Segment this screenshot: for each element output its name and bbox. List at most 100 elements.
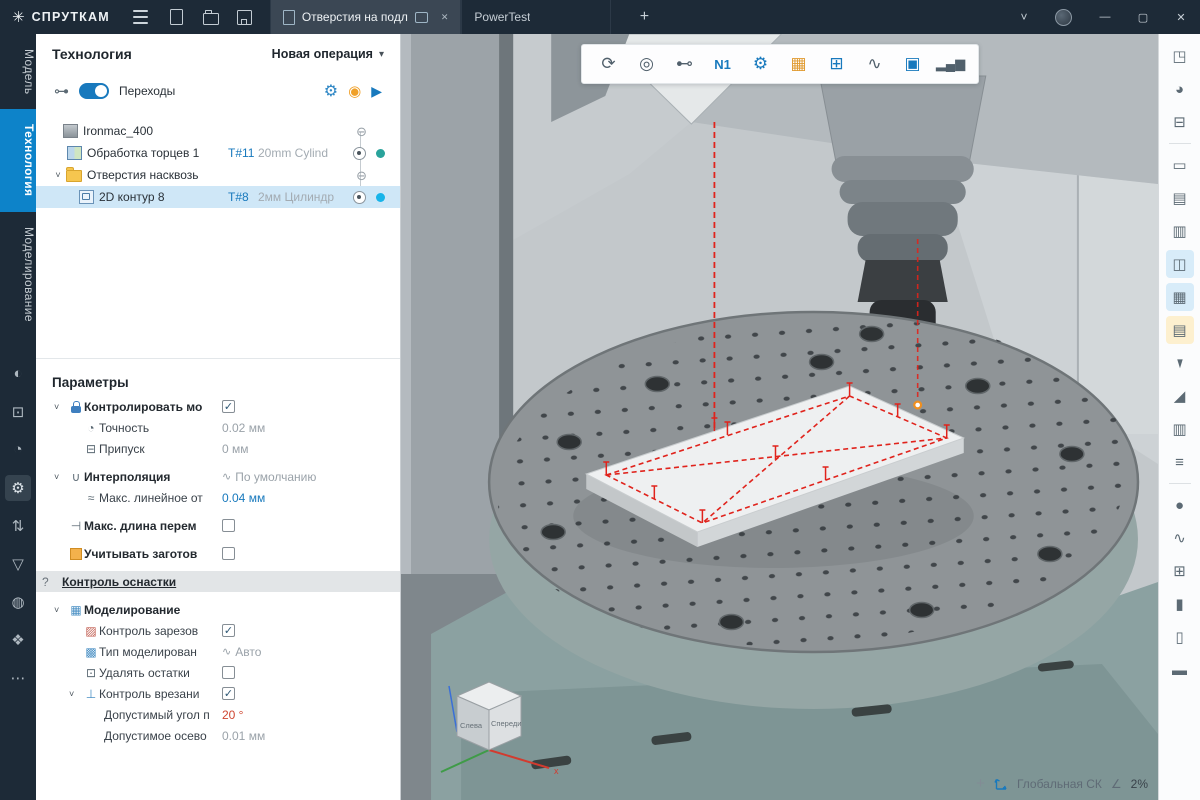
ring-icon[interactable]: ◍ bbox=[5, 589, 31, 615]
param-fixture-control[interactable]: ?Контроль оснастки bbox=[36, 571, 400, 592]
param-value[interactable]: 0.02 мм bbox=[222, 421, 265, 435]
expander-icon[interactable]: ˅ bbox=[54, 402, 68, 412]
param-checkbox[interactable] bbox=[222, 547, 235, 560]
param-interpolation[interactable]: ˅∪Интерполяция∿По умолчанию bbox=[36, 466, 400, 487]
param-checkbox[interactable]: ✓ bbox=[222, 624, 235, 637]
view-cube[interactable]: Слева Спереди x bbox=[427, 664, 577, 782]
param-value[interactable]: 0.04 мм bbox=[222, 491, 265, 505]
node-machine[interactable]: Ironmac_400⊖ bbox=[36, 120, 400, 142]
toolpath-graph-icon[interactable]: ∿ bbox=[860, 50, 890, 78]
shaded-view-icon[interactable]: ◐ bbox=[5, 361, 31, 387]
scene-layers-icon[interactable]: ⊟ bbox=[1166, 108, 1194, 136]
param-check-model[interactable]: ˅Контролировать мо✓ bbox=[36, 396, 400, 417]
param-checkbox[interactable] bbox=[222, 519, 235, 532]
new-operation-dropdown[interactable]: Новая операция ▾ bbox=[272, 47, 384, 61]
viewports-icon[interactable]: ◳ bbox=[1166, 42, 1194, 70]
operation-settings-gear-icon[interactable]: ⚙ bbox=[324, 81, 338, 101]
workpiece-display-icon[interactable]: ▤ bbox=[1166, 184, 1194, 212]
filter-icon[interactable]: ▽ bbox=[5, 551, 31, 577]
sheet-filled-icon[interactable]: ▮ bbox=[1166, 590, 1194, 618]
sort-arrows-icon[interactable]: ⇅ bbox=[5, 513, 31, 539]
param-checkbox[interactable]: ✓ bbox=[222, 687, 235, 700]
param-allowed-angle[interactable]: Допустимый угол п20 ° bbox=[36, 704, 400, 725]
manipulator-icon[interactable]: ❖ bbox=[5, 627, 31, 653]
help-icon[interactable]: ? bbox=[42, 575, 49, 589]
docs-icon[interactable]: ▬ bbox=[1166, 656, 1194, 684]
run-simulation-icon[interactable]: ▶ bbox=[371, 83, 382, 100]
result-display-icon[interactable]: ▦ bbox=[1166, 283, 1194, 311]
dropdown-chevron-icon[interactable]: ˅ bbox=[1007, 10, 1041, 24]
zoom-level[interactable]: 2% bbox=[1131, 777, 1148, 791]
coordinate-system-label[interactable]: Глобальная СК bbox=[1017, 777, 1102, 791]
collapse-minus-icon[interactable]: ⊖ bbox=[356, 169, 367, 182]
curve-snap-icon[interactable]: ∿ bbox=[1166, 524, 1194, 552]
fixture-display-icon[interactable]: ▥ bbox=[1166, 217, 1194, 245]
param-gouge-check[interactable]: ▨Контроль зарезов✓ bbox=[36, 620, 400, 641]
new-document-icon[interactable] bbox=[162, 4, 192, 30]
maximize-button[interactable]: ▢ bbox=[1124, 0, 1162, 34]
view-cube-left-label[interactable]: Слева bbox=[460, 721, 483, 730]
expander-icon[interactable]: ˅ bbox=[50, 170, 66, 180]
save-document-icon[interactable] bbox=[230, 4, 260, 30]
activity-simulation[interactable]: Моделирование bbox=[0, 212, 36, 337]
activity-model[interactable]: Модель bbox=[0, 34, 36, 109]
param-plunge-control[interactable]: ˅⊥Контроль врезани✓ bbox=[36, 683, 400, 704]
tool-setup-icon[interactable]: ▦ bbox=[784, 50, 814, 78]
param-max-linear[interactable]: ≈Макс. линейное от0.04 мм bbox=[36, 487, 400, 508]
param-value[interactable]: 20 ° bbox=[222, 708, 243, 722]
node-face-machining[interactable]: Обработка торцев 1T#1120mm Cylind bbox=[36, 142, 400, 164]
param-sim-type[interactable]: ▩Тип моделирован∿Авто bbox=[36, 641, 400, 662]
operation-journal-icon[interactable]: ▥ bbox=[1166, 415, 1194, 443]
expander-icon[interactable]: ˅ bbox=[54, 605, 68, 615]
close-button[interactable]: ✕ bbox=[1162, 0, 1200, 34]
coordinate-system-icon[interactable] bbox=[994, 777, 1008, 791]
param-use-stock[interactable]: Учитывать заготов bbox=[36, 543, 400, 564]
shading-sphere-icon[interactable]: ◕ bbox=[1166, 75, 1194, 103]
param-value[interactable]: ∿Авто bbox=[222, 645, 261, 659]
param-allowed-axial[interactable]: Допустимое осево0.01 мм bbox=[36, 725, 400, 746]
expander-icon[interactable]: ˅ bbox=[54, 472, 68, 482]
param-remove-rest[interactable]: ⊡Удалять остатки bbox=[36, 662, 400, 683]
node-2d-contour[interactable]: 2D контур 8T#82мм Цилиндр bbox=[36, 186, 400, 208]
system-sphere-icon[interactable] bbox=[1055, 9, 1072, 26]
transitions-toggle[interactable] bbox=[79, 83, 109, 99]
open-document-icon[interactable] bbox=[196, 4, 226, 30]
hatch-section-icon[interactable]: ≡ bbox=[1166, 448, 1194, 476]
angle-icon[interactable]: ∠ bbox=[1111, 777, 1122, 791]
model-display-icon[interactable]: ▭ bbox=[1166, 151, 1194, 179]
operation-radio-icon[interactable] bbox=[353, 147, 366, 160]
more-options-icon[interactable]: ⋯ bbox=[5, 665, 31, 691]
param-checkbox[interactable] bbox=[222, 666, 235, 679]
holder-display-icon[interactable]: ▤ bbox=[1166, 316, 1194, 344]
param-simulation[interactable]: ˅▦Моделирование bbox=[36, 599, 400, 620]
machine-simulation-icon[interactable]: ▣ bbox=[898, 50, 928, 78]
viewport-3d[interactable]: ⟳◎⊷N1⚙▦⊞∿▣▂▄▆ Слева Спереди x + Глобальн… bbox=[401, 34, 1158, 800]
add-tab-button[interactable]: + bbox=[629, 0, 659, 34]
param-tolerance[interactable]: ◔Точность0.02 мм bbox=[36, 417, 400, 438]
operation-radio-icon[interactable] bbox=[353, 191, 366, 204]
main-menu-icon[interactable] bbox=[126, 4, 156, 30]
collapse-minus-icon[interactable]: ⊖ bbox=[356, 125, 367, 138]
point-snap-icon[interactable]: ● bbox=[1166, 491, 1194, 519]
expander-icon[interactable]: ˅ bbox=[69, 689, 83, 699]
param-allowance[interactable]: ⊟Припуск0 мм bbox=[36, 438, 400, 459]
sheet-outline-icon[interactable]: ▯ bbox=[1166, 623, 1194, 651]
tab-holes[interactable]: Отверстия на подл✕ bbox=[270, 0, 462, 34]
param-max-move-length[interactable]: ⊣Макс. длина перем bbox=[36, 515, 400, 536]
param-checkbox[interactable]: ✓ bbox=[222, 400, 235, 413]
param-value[interactable]: ∿По умолчанию bbox=[222, 470, 316, 484]
settings-gear-icon[interactable]: ⚙ bbox=[5, 475, 31, 501]
tab-close-icon[interactable]: ✕ bbox=[441, 12, 449, 23]
highlight-lamp-icon[interactable]: ◉ bbox=[348, 82, 361, 100]
param-value[interactable]: 0.01 мм bbox=[222, 729, 265, 743]
mesh-view-icon[interactable]: ⊡ bbox=[5, 399, 31, 425]
view-cube-front-label[interactable]: Спереди bbox=[491, 719, 521, 728]
feeds-calculator-icon[interactable]: ⊞ bbox=[822, 50, 852, 78]
nc-program-icon[interactable]: N1 bbox=[708, 50, 738, 78]
statistics-icon[interactable]: ▂▄▆ bbox=[936, 50, 966, 78]
tool-drill-icon[interactable]: ▼ bbox=[1171, 349, 1188, 377]
tab-powertest[interactable]: PowerTest bbox=[461, 0, 611, 34]
activity-technology[interactable]: Технология bbox=[0, 109, 36, 211]
hole-recognition-icon[interactable]: ◎ bbox=[632, 50, 662, 78]
param-value[interactable]: 0 мм bbox=[222, 442, 249, 456]
